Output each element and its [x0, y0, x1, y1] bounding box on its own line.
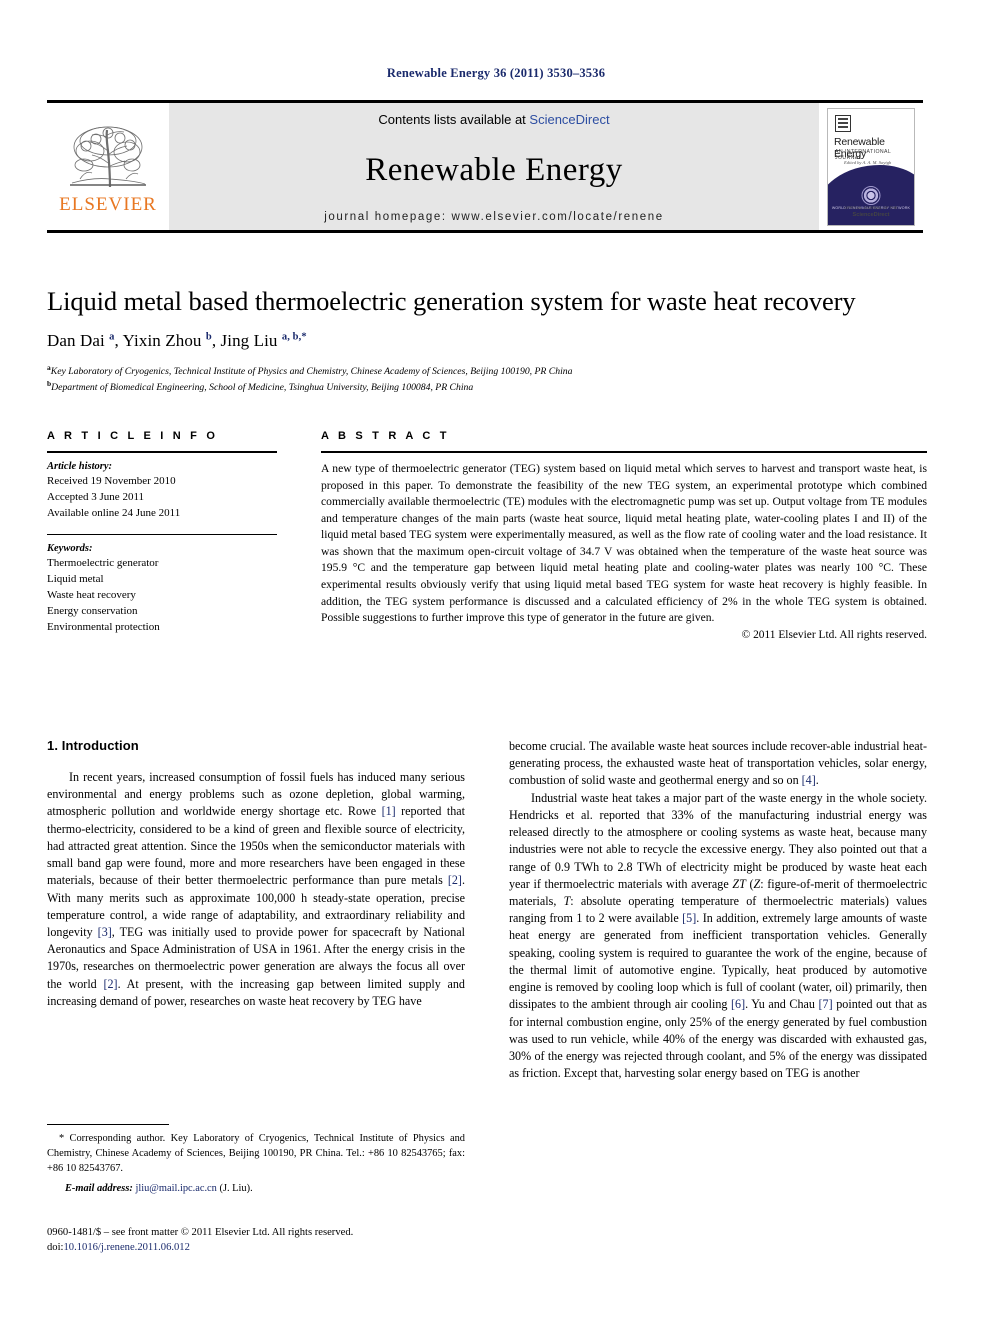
article-history-label: Article history: — [47, 461, 113, 472]
cover-emblem-icon — [861, 185, 881, 205]
elsevier-tree-icon — [70, 126, 146, 188]
keyword-item: Energy conservation — [47, 605, 138, 618]
journal-homepage-link[interactable]: journal homepage: www.elsevier.com/locat… — [324, 211, 664, 223]
divider — [47, 451, 277, 453]
divider — [47, 534, 277, 536]
journal-masthead: ELSEVIER Contents lists available at Sci… — [47, 100, 923, 233]
article-page: Renewable Energy 36 (2011) 3530–3536 ELS… — [0, 0, 992, 1323]
divider — [321, 451, 927, 453]
contents-available-line: Contents lists available at ScienceDirec… — [378, 112, 609, 127]
elsevier-wordmark: ELSEVIER — [59, 194, 157, 215]
affiliation-text: Key Laboratory of Cryogenics, Technical … — [50, 365, 573, 377]
info-abstract-row: A R T I C L E I N F O Article history: R… — [47, 430, 927, 641]
masthead-center: Contents lists available at ScienceDirec… — [169, 103, 819, 230]
abstract-heading: A B S T R A C T — [321, 430, 450, 442]
sciencedirect-link[interactable]: ScienceDirect — [529, 112, 609, 127]
keyword-item: Liquid metal — [47, 573, 104, 586]
abstract-text: A new type of thermoelectric generator (… — [321, 462, 927, 625]
affiliation-text: Department of Biomedical Engineering, Sc… — [51, 382, 474, 394]
contents-prefix: Contents lists available at — [378, 112, 530, 127]
cover-footer-brand: ScienceDirect — [852, 212, 890, 219]
cover-editor: Edited by A. A. M. Sayigh — [844, 159, 892, 165]
body-column-right: become crucial. The available waste heat… — [509, 738, 927, 1208]
doi-line: doi:10.1016/j.renene.2011.06.012 — [47, 1240, 477, 1255]
article-history-accepted: Accepted 3 June 2011 — [47, 491, 145, 504]
affiliation-b: bDepartment of Biomedical Engineering, S… — [47, 379, 927, 395]
article-history-online: Available online 24 June 2011 — [47, 507, 181, 520]
paragraph: Industrial waste heat takes a major part… — [509, 790, 927, 1081]
running-head: Renewable Energy 36 (2011) 3530–3536 — [386, 66, 606, 80]
doi-link[interactable]: 10.1016/j.renene.2011.06.012 — [63, 1242, 189, 1253]
affiliation-list: aKey Laboratory of Cryogenics, Technical… — [47, 363, 927, 396]
imprint-block: 0960-1481/$ – see front matter © 2011 El… — [47, 1225, 477, 1256]
abstract-copyright: © 2011 Elsevier Ltd. All rights reserved… — [741, 628, 927, 641]
affiliation-a: aKey Laboratory of Cryogenics, Technical… — [47, 363, 927, 379]
email-link[interactable]: jliu@mail.ipc.ac.cn — [135, 1183, 216, 1194]
footnote-block: * Corresponding author. Key Laboratory o… — [47, 1124, 465, 1197]
keywords-label: Keywords: — [47, 543, 93, 555]
author-list: Dan Dai a, Yixin Zhou b, Jing Liu a, b,* — [47, 330, 307, 350]
abstract-column: A B S T R A C T A new type of thermoelec… — [321, 430, 927, 641]
keyword-item: Thermoelectric generator — [47, 557, 159, 570]
article-info-heading: A R T I C L E I N F O — [47, 430, 219, 442]
cover-badge-icon — [835, 114, 851, 132]
journal-title: Renewable Energy — [365, 151, 623, 188]
paragraph: become crucial. The available waste heat… — [509, 739, 927, 788]
footnote-divider — [47, 1124, 169, 1125]
article-title: Liquid metal based thermoelectric genera… — [47, 286, 856, 316]
email-label: E-mail address: — [65, 1183, 133, 1195]
cover-footer: OFFICIAL JOURNAL OF THE ScienceDirect — [828, 205, 914, 219]
article-history-received: Received 19 November 2010 — [47, 475, 176, 487]
email-owner: (J. Liu). — [219, 1183, 253, 1195]
email-note: E-mail address: jliu@mail.ipc.ac.cn (J. … — [47, 1182, 465, 1197]
title-block: Liquid metal based thermoelectric genera… — [47, 286, 927, 395]
paragraph: In recent years, increased consumption o… — [47, 770, 465, 1008]
cover-footer-small: OFFICIAL JOURNAL OF THE — [844, 205, 898, 211]
journal-cover-thumbnail: Renewable Energy AN INTERNATIONAL JOURNA… — [827, 107, 915, 226]
masthead-right: Renewable Energy AN INTERNATIONAL JOURNA… — [819, 103, 923, 230]
article-info-column: A R T I C L E I N F O Article history: R… — [47, 430, 277, 641]
section-title-introduction: 1. Introduction — [47, 738, 139, 753]
doi-label: doi: — [47, 1242, 64, 1254]
keyword-item: Waste heat recovery — [47, 589, 136, 602]
keyword-item: Environmental protection — [47, 621, 160, 634]
corresponding-author-note: * Corresponding author. Key Laboratory o… — [47, 1133, 465, 1174]
issn-line: 0960-1481/$ – see front matter © 2011 El… — [47, 1227, 354, 1238]
elsevier-logo: ELSEVIER — [47, 103, 169, 230]
